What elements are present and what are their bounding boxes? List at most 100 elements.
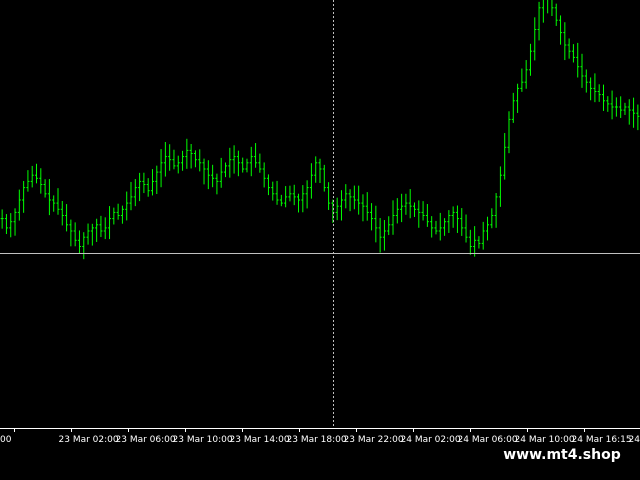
price-bar — [357, 185, 361, 215]
price-bar — [99, 215, 103, 238]
price-bar — [271, 181, 275, 201]
price-bar — [275, 180, 279, 205]
price-bar — [627, 99, 631, 125]
time-axis-label: 23 Mar 06:00 — [116, 435, 176, 445]
price-bar — [266, 174, 270, 196]
price-bar — [245, 158, 249, 173]
price-bar — [189, 143, 193, 169]
price-bar — [150, 169, 154, 196]
price-bar — [163, 142, 167, 177]
time-axis-label: 23 Mar 02:00 — [59, 435, 119, 445]
price-bar — [142, 172, 146, 194]
price-bar — [288, 185, 292, 202]
price-bar — [26, 170, 30, 192]
price-bar — [112, 207, 116, 225]
price-bar — [224, 162, 228, 178]
price-bar — [249, 146, 253, 177]
price-bar — [559, 15, 563, 45]
price-bar — [404, 193, 408, 215]
price-bar — [520, 68, 524, 92]
price-bar — [206, 160, 210, 190]
price-bar — [408, 189, 412, 219]
price-bar — [554, 3, 558, 26]
price-bar — [22, 180, 26, 213]
price-bar — [254, 143, 258, 168]
watermark-logo: www.mt4.shop — [498, 442, 626, 468]
time-axis-label: 23 Mar 18:00 — [287, 435, 347, 445]
price-bar — [447, 210, 451, 233]
price-bar — [17, 189, 21, 221]
price-bar — [155, 165, 159, 195]
price-bar — [584, 69, 588, 93]
price-bar — [47, 179, 51, 216]
price-bars — [0, 0, 640, 260]
price-bar — [73, 222, 77, 247]
price-bar — [430, 216, 434, 238]
price-bar — [606, 96, 610, 112]
price-bar — [279, 194, 283, 207]
price-bar — [95, 218, 99, 242]
price-bar — [185, 138, 189, 169]
price-bar — [339, 190, 343, 221]
price-bar — [344, 184, 348, 209]
price-bar — [193, 150, 197, 168]
price-bar — [528, 43, 532, 76]
time-axis-label: 24 Mar 20:15 — [629, 435, 640, 445]
price-bar — [309, 163, 313, 199]
price-bar — [464, 214, 468, 243]
price-bar — [460, 208, 464, 236]
price-bar — [614, 97, 618, 117]
price-bar — [477, 236, 481, 249]
price-bar — [305, 180, 309, 209]
price-bar — [129, 181, 133, 211]
price-bar — [52, 195, 56, 212]
price-bar — [490, 208, 494, 229]
price-bar — [473, 226, 477, 257]
price-bar — [567, 38, 571, 59]
price-bar — [537, 1, 541, 41]
price-bar — [610, 90, 614, 120]
price-bar — [597, 84, 601, 102]
price-bar — [400, 193, 404, 223]
price-bar — [219, 157, 223, 188]
price-bar — [494, 193, 498, 228]
price-bar — [593, 73, 597, 103]
price-bar — [468, 229, 472, 255]
price-bar — [86, 223, 90, 245]
price-bar — [35, 163, 39, 184]
price-bar — [438, 212, 442, 241]
price-bar — [589, 77, 593, 101]
price-bar — [133, 179, 137, 207]
time-axis-label: 2:00 — [0, 435, 12, 445]
price-bar — [623, 102, 627, 115]
price-bar — [348, 189, 352, 212]
price-bar — [533, 17, 537, 61]
price-bar — [580, 53, 584, 88]
price-bar — [352, 185, 356, 210]
price-bar — [202, 158, 206, 185]
price-bar — [314, 156, 318, 183]
price-bar — [481, 221, 485, 250]
price-bar — [9, 213, 13, 238]
price-bar — [412, 202, 416, 217]
time-axis-label: 23 Mar 22:00 — [344, 435, 404, 445]
price-bar — [443, 218, 447, 236]
price-bar — [370, 203, 374, 231]
price-bar — [108, 206, 112, 240]
price-bar — [365, 192, 369, 221]
chart-window[interactable]: 2:00 23 Mar 02:0023 Mar 06:0023 Mar 10:00… — [0, 0, 640, 480]
price-chart[interactable]: 2:00 23 Mar 02:0023 Mar 06:0023 Mar 10:00… — [0, 0, 640, 480]
price-bar — [77, 230, 81, 254]
price-bar — [232, 145, 236, 174]
price-bar — [176, 155, 180, 174]
price-bar — [236, 150, 240, 177]
price-bar — [146, 178, 150, 197]
price-bar — [292, 184, 296, 206]
price-bar — [322, 164, 326, 192]
price-bar — [262, 162, 266, 188]
price-bar — [159, 149, 163, 188]
price-bar — [498, 166, 502, 207]
price-bar — [636, 104, 640, 131]
price-bar — [297, 193, 301, 213]
price-bar — [571, 44, 575, 63]
